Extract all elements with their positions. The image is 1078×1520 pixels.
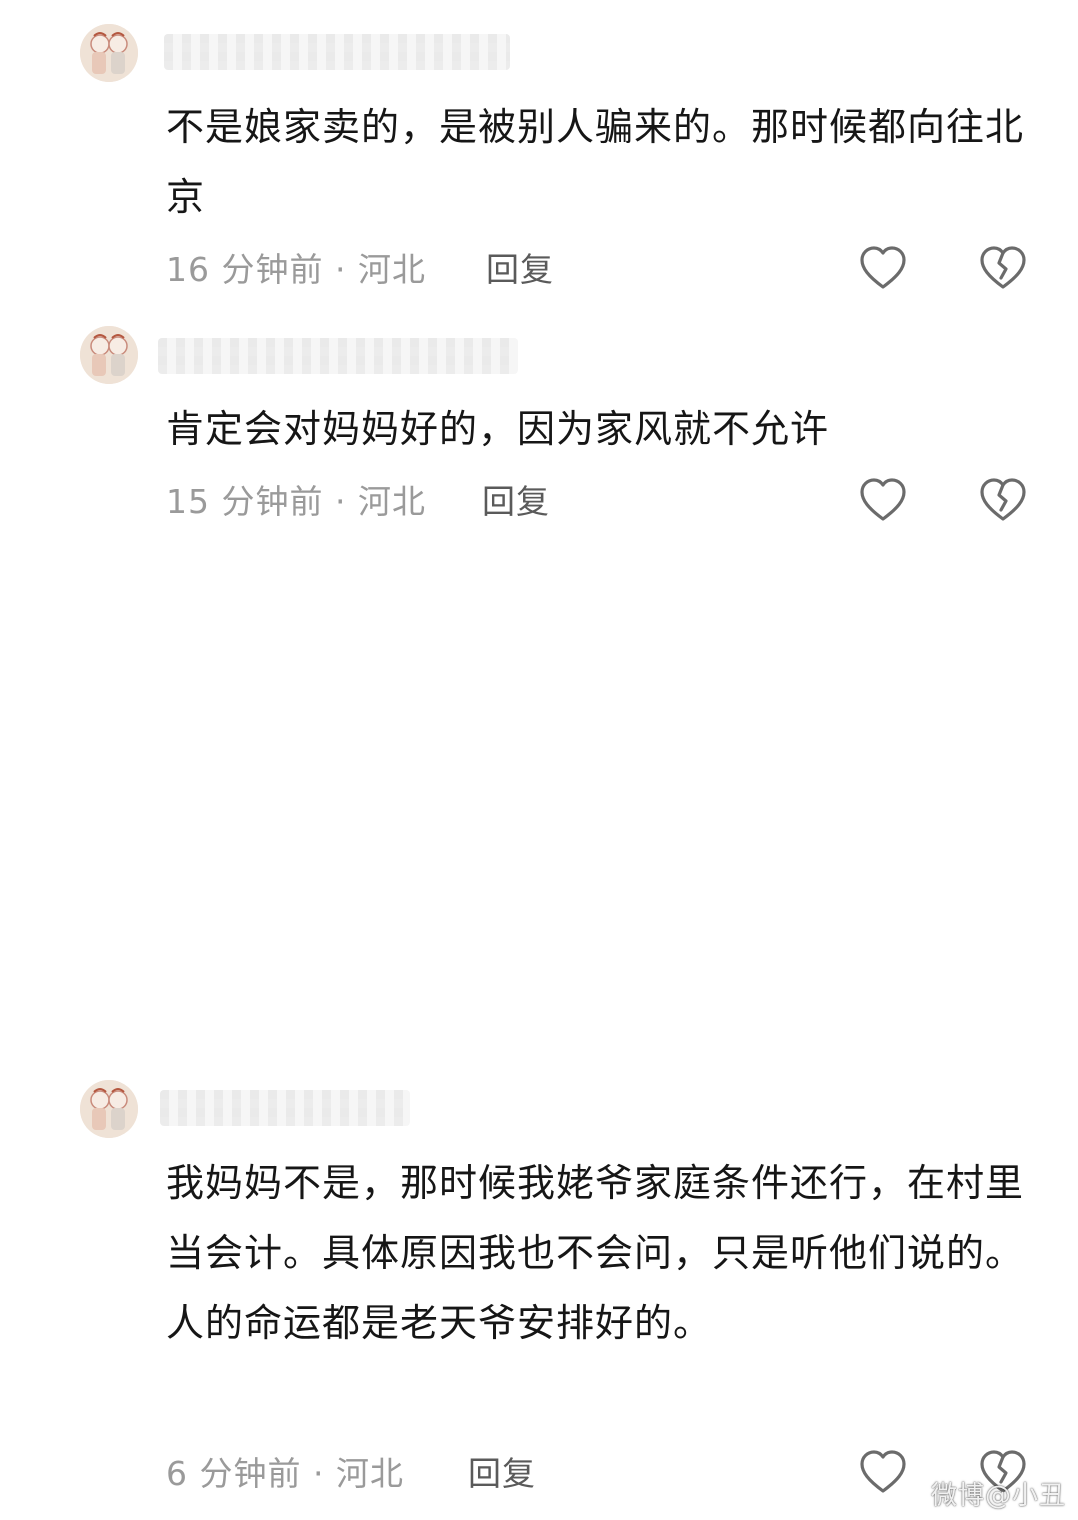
- meta-separator: ·: [323, 482, 358, 521]
- avatar-icon: [80, 24, 138, 82]
- meta-separator: ·: [323, 250, 358, 289]
- watermark: 微博@小丑: [930, 1481, 1066, 1511]
- heart-outline-icon: [860, 246, 906, 289]
- heart-outline-icon: [860, 1450, 906, 1493]
- comment-text: 我妈妈不是，那时候我姥爷家庭条件还行，在村里当会计。具体原因我也不会问，只是听他…: [166, 1161, 1025, 1345]
- avatar-icon: [80, 1080, 138, 1138]
- comment-meta: 16 分钟前 · 河北: [166, 250, 426, 290]
- username-blurred[interactable]: [158, 338, 518, 374]
- meta-separator: ·: [301, 1454, 336, 1493]
- avatar[interactable]: [80, 326, 138, 384]
- avatar[interactable]: [80, 24, 138, 82]
- dislike-button[interactable]: [978, 244, 1028, 294]
- comment-meta: 15 分钟前 · 河北: [166, 482, 426, 522]
- avatar[interactable]: [80, 1080, 138, 1138]
- like-button[interactable]: [858, 476, 908, 526]
- like-button[interactable]: [858, 244, 908, 294]
- comment-time: 16 分钟前: [166, 250, 324, 289]
- comment-time: 15 分钟前: [166, 482, 324, 521]
- avatar-icon: [80, 326, 138, 384]
- comment-text: 不是娘家卖的，是被别人骗来的。那时候都向往北京: [166, 105, 1025, 219]
- comment-location: 河北: [357, 250, 426, 289]
- dislike-button[interactable]: [978, 476, 1028, 526]
- username-blurred[interactable]: [160, 1090, 410, 1126]
- comment-meta: 6 分钟前 · 河北: [166, 1454, 404, 1494]
- heart-outline-icon: [860, 478, 906, 521]
- reply-button[interactable]: 回复: [468, 1454, 536, 1494]
- reply-button[interactable]: 回复: [482, 482, 550, 522]
- broken-heart-icon: [980, 246, 1026, 289]
- reply-button[interactable]: 回复: [486, 250, 554, 290]
- username-blurred[interactable]: [164, 34, 510, 70]
- like-button[interactable]: [858, 1448, 908, 1498]
- comment-time: 6 分钟前: [166, 1454, 302, 1493]
- comment-location: 河北: [357, 482, 426, 521]
- comment-text: 肯定会对妈妈好的，因为家风就不允许: [166, 407, 830, 451]
- broken-heart-icon: [980, 478, 1026, 521]
- comment-location: 河北: [335, 1454, 404, 1493]
